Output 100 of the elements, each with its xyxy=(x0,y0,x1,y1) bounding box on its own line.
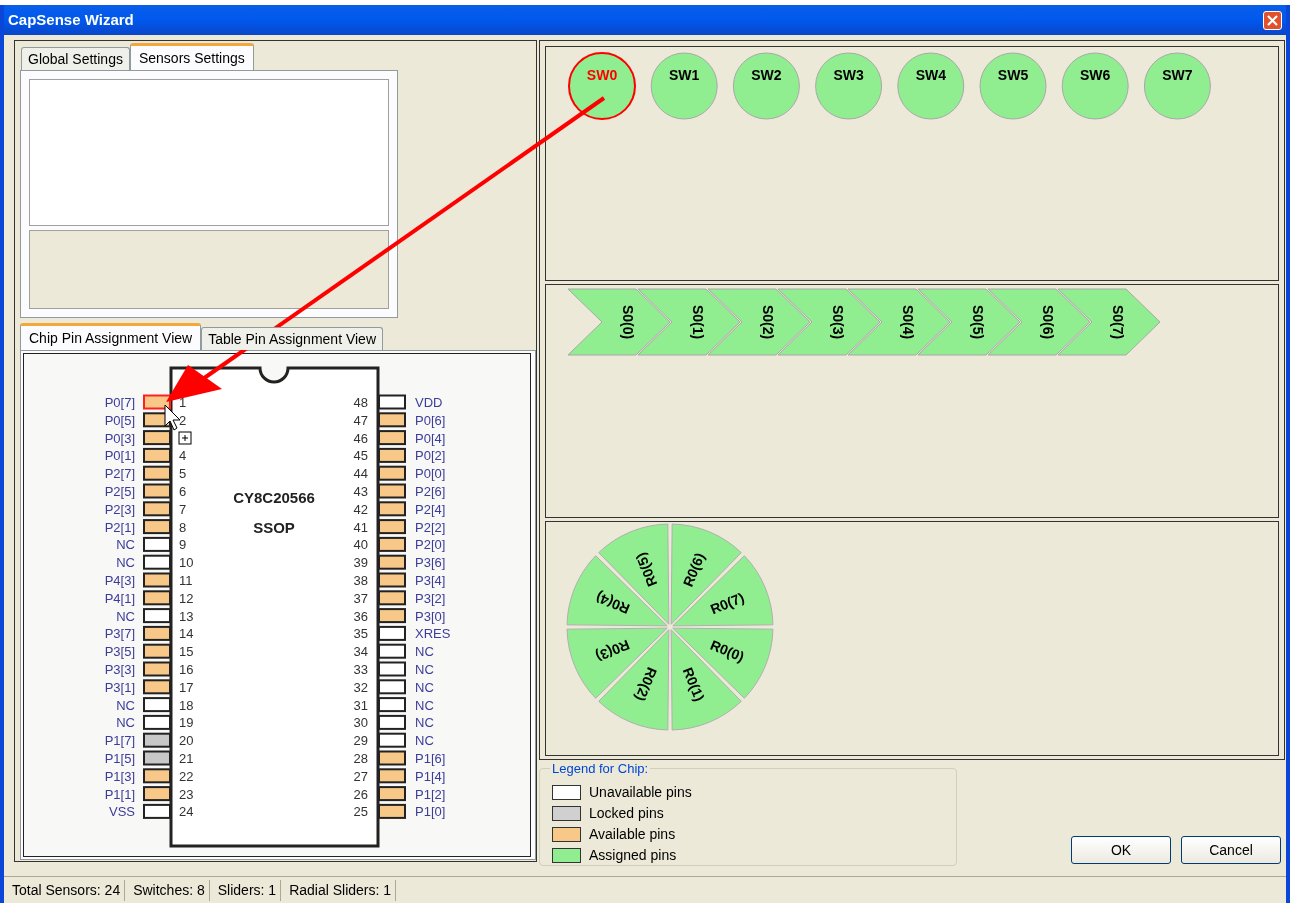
tab[interactable]: Sensors Settings xyxy=(129,43,254,70)
pin-number: 7 xyxy=(179,501,187,517)
pin-number: 39 xyxy=(353,555,368,571)
segment-label: R0(7) xyxy=(708,589,747,618)
pin-number: 25 xyxy=(353,804,368,820)
status-text: Total Sensors: 24 xyxy=(8,879,126,901)
pin-number: 24 xyxy=(179,804,194,820)
legend-label: Available pins xyxy=(589,826,676,842)
pin-label: P2[7] xyxy=(104,466,135,482)
segment-label: S0(7) xyxy=(1110,304,1126,340)
pin-number: 36 xyxy=(353,608,368,624)
pin-number: 43 xyxy=(353,484,368,499)
pin-label: P0[2] xyxy=(415,448,446,464)
tab[interactable]: Chip Pin Assignment View xyxy=(20,323,202,350)
pin-label: P2[0] xyxy=(415,537,446,553)
pin-number: 33 xyxy=(353,662,368,677)
switch-button[interactable] xyxy=(815,52,883,120)
switch-button[interactable] xyxy=(1061,52,1129,120)
pin-label: P1[0] xyxy=(415,804,446,820)
pin-label: NC xyxy=(116,697,135,713)
pin-number: 22 xyxy=(179,768,194,784)
legend-title: Legend for Chip: xyxy=(550,762,651,776)
close-button[interactable] xyxy=(1263,10,1282,30)
pin-label: VSS xyxy=(109,804,135,820)
pin-number: 30 xyxy=(353,715,368,731)
legend-label: Locked pins xyxy=(589,805,664,821)
pin-number: 17 xyxy=(179,679,194,695)
pin-label: P3[2] xyxy=(415,590,446,606)
switch-button[interactable] xyxy=(732,52,800,120)
switch-label: SW0 xyxy=(586,67,618,83)
pin-label: P4[1] xyxy=(104,590,135,606)
pin-number: 46 xyxy=(353,430,368,446)
tab[interactable]: Table Pin Assignment View xyxy=(201,327,383,350)
pin-number: 10 xyxy=(179,555,194,571)
pin-label: P4[3] xyxy=(104,573,135,588)
dialog-button[interactable]: OK xyxy=(1071,836,1171,864)
pin-label: NC xyxy=(415,697,434,713)
status-text: Sliders: 1 xyxy=(213,879,282,901)
pin-label: P3[0] xyxy=(415,608,446,624)
pin-number: 34 xyxy=(353,644,368,660)
segment-label: S0(6) xyxy=(1040,304,1056,340)
legend-label: Assigned pins xyxy=(589,847,677,863)
pin-number: 23 xyxy=(179,786,194,802)
switch-label: SW7 xyxy=(1162,67,1193,83)
switch-label: SW3 xyxy=(833,67,864,83)
pin-number: 8 xyxy=(179,519,187,535)
pin-number: 35 xyxy=(353,626,368,642)
pin-label: NC xyxy=(415,679,434,695)
tab[interactable]: Global Settings xyxy=(21,47,130,70)
switch-button[interactable] xyxy=(897,52,965,120)
pin-number: 14 xyxy=(179,626,194,642)
dialog-button[interactable]: Cancel xyxy=(1181,836,1281,864)
pin-label: P0[3] xyxy=(104,430,135,446)
switch-label: SW5 xyxy=(997,67,1029,83)
segment-label: R0(1) xyxy=(679,665,708,704)
status-text: Switches: 8 xyxy=(129,879,210,901)
pin-number: 41 xyxy=(353,519,368,535)
pin-number: 16 xyxy=(179,662,194,677)
pin-label: P1[2] xyxy=(415,786,446,802)
pin-number: 29 xyxy=(353,733,368,749)
pin-label: P3[6] xyxy=(415,555,446,571)
pin-number: 5 xyxy=(179,466,187,482)
switch-label: SW1 xyxy=(669,67,700,83)
pin-label: P2[3] xyxy=(104,501,135,517)
status-text: Radial Sliders: 1 xyxy=(285,879,397,901)
pin-label: P1[7] xyxy=(104,733,135,749)
pin-label: NC xyxy=(415,715,434,731)
segment-label: S0(4) xyxy=(900,304,916,340)
switch-button[interactable] xyxy=(1143,52,1211,120)
pin-label: P1[6] xyxy=(415,751,446,766)
segment-label: S0(5) xyxy=(970,304,986,340)
pin-number: 20 xyxy=(179,733,194,749)
pin-number: 6 xyxy=(179,484,187,499)
segment-label: R0(5) xyxy=(632,550,661,589)
pin-number: 28 xyxy=(353,751,368,766)
chip-name: CY8C20566 xyxy=(233,489,315,506)
pin-label: P2[6] xyxy=(415,484,446,499)
pin-number: 37 xyxy=(353,590,368,606)
pin-label: NC xyxy=(415,733,434,749)
segment-label: S0(0) xyxy=(620,304,636,340)
pin-label: P3[1] xyxy=(104,679,135,695)
switch-button[interactable] xyxy=(650,52,718,120)
pin-label: P2[1] xyxy=(104,519,135,535)
pin-number: 9 xyxy=(179,537,187,553)
pin-label: P0[1] xyxy=(104,448,135,464)
pin-label: NC xyxy=(415,644,434,660)
pin-label: P3[3] xyxy=(104,662,135,677)
pin-number: 13 xyxy=(179,608,194,624)
pin-label: P1[1] xyxy=(104,786,135,802)
switch-button[interactable] xyxy=(979,52,1047,120)
legend-label: Unavailable pins xyxy=(589,784,692,800)
chip-package: SSOP xyxy=(253,519,295,536)
segment-label: R0(3) xyxy=(593,636,632,665)
pin-label: P0[4] xyxy=(415,430,446,446)
pin-number: 38 xyxy=(353,573,368,588)
pin-label: P2[5] xyxy=(104,484,135,499)
switch-label: SW6 xyxy=(1080,67,1111,83)
switch-button[interactable] xyxy=(568,52,636,120)
pin-label: P3[5] xyxy=(104,644,135,660)
pin-label: P0[7] xyxy=(104,395,135,410)
